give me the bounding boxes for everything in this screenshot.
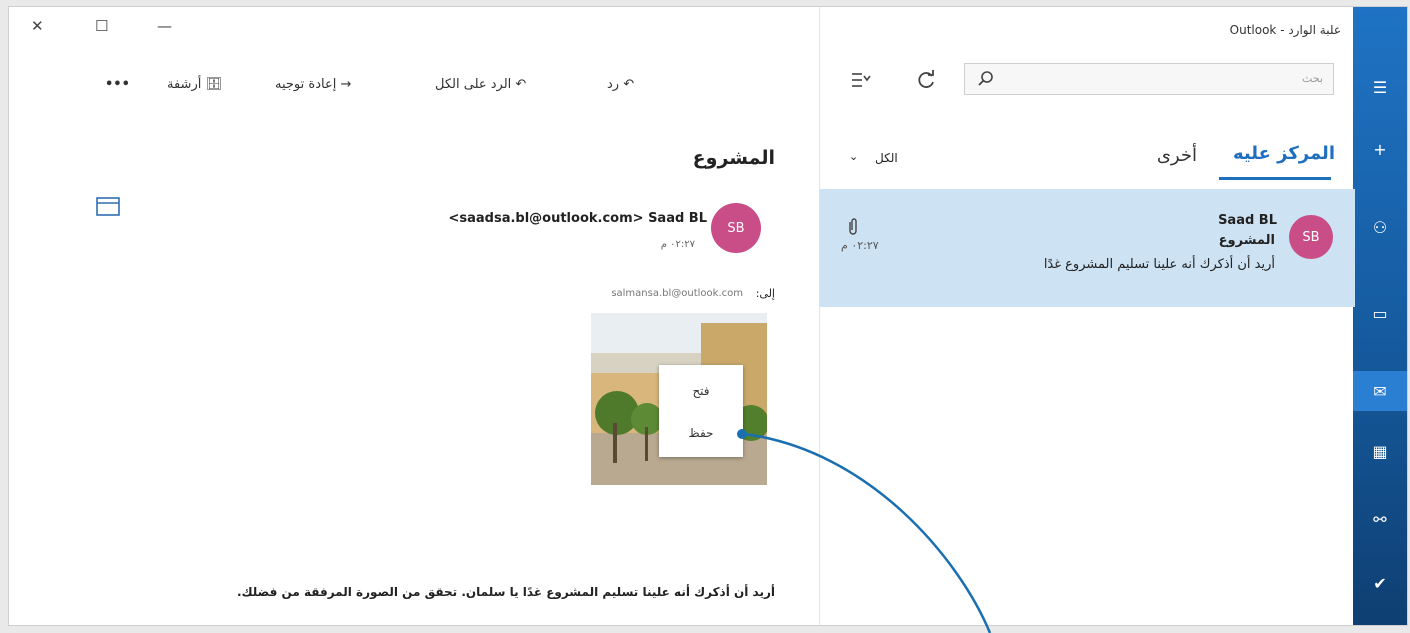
callout-connector <box>737 429 992 633</box>
